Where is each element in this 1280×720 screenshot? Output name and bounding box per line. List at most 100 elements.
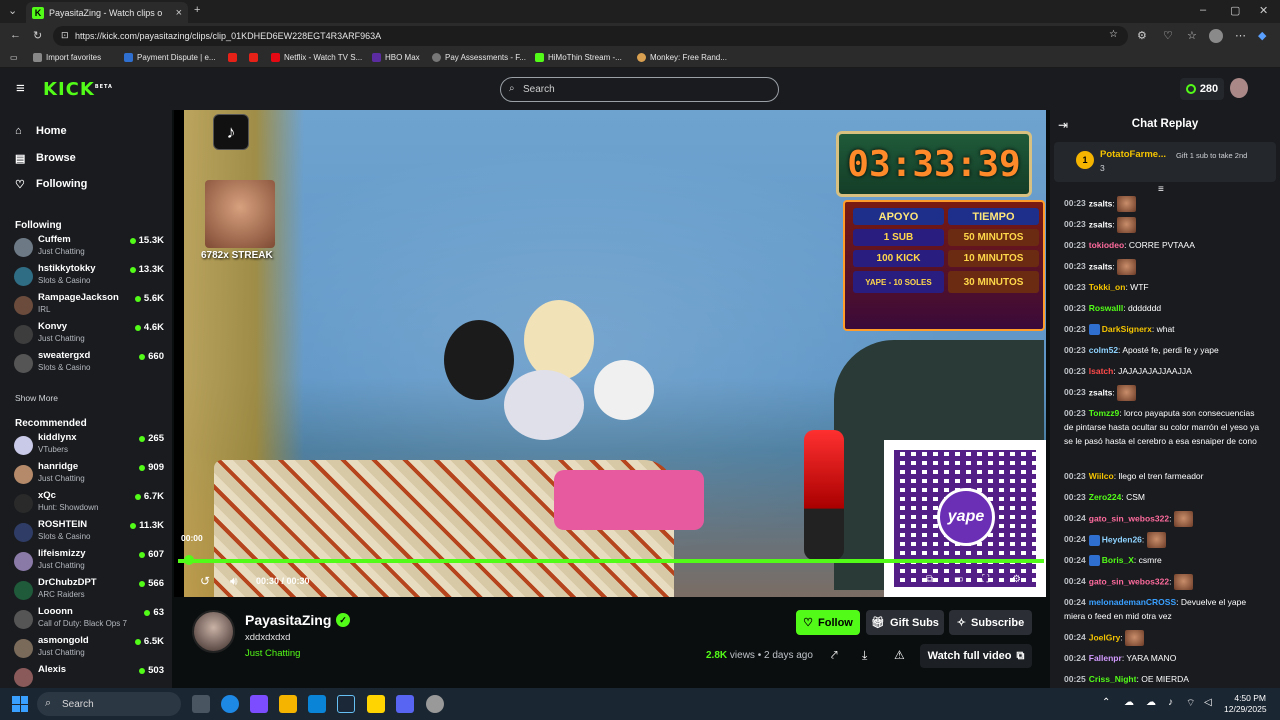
message-user[interactable]: zsalts bbox=[1089, 387, 1113, 397]
mic-tray-icon[interactable]: ♪ bbox=[1168, 697, 1173, 708]
replay-icon[interactable]: ↺ bbox=[200, 574, 210, 588]
minimize-icon[interactable]: – bbox=[1200, 4, 1206, 16]
favorite-import[interactable]: Import favorites bbox=[33, 53, 101, 62]
back-icon[interactable]: ← bbox=[10, 29, 21, 41]
following-channel[interactable]: sweatergxd Slots & Casino 660 bbox=[14, 350, 164, 376]
discord-icon[interactable] bbox=[396, 695, 414, 713]
sidebar-item-browse[interactable]: ▤ Browse bbox=[15, 149, 76, 167]
message-user[interactable]: colm52 bbox=[1089, 345, 1118, 355]
task-view-icon[interactable] bbox=[192, 695, 210, 713]
search-input[interactable]: ⌕ Search bbox=[500, 77, 779, 102]
message-user[interactable]: zsalts bbox=[1089, 261, 1113, 271]
tray-overflow-icon[interactable]: ⌃ bbox=[1102, 697, 1110, 708]
pinned-leaderboard[interactable]: 1 PotatoFarme... 3 Gift 1 sub to take 2n… bbox=[1054, 142, 1276, 182]
close-tab-icon[interactable]: × bbox=[176, 7, 182, 19]
pip-icon[interactable]: ⧉ bbox=[926, 574, 933, 585]
show-more-link[interactable]: Show More bbox=[15, 393, 58, 403]
share-icon[interactable]: ⤤ bbox=[831, 648, 838, 663]
recommended-channel[interactable]: xQc Hunt: Showdown 6.7K bbox=[14, 490, 164, 516]
recommended-channel[interactable]: Looonn Call of Duty: Black Ops 7 63 bbox=[14, 606, 164, 632]
favorites-icon[interactable]: ☆ bbox=[1187, 29, 1197, 42]
following-channel[interactable]: Konvy Just Chatting 4.6K bbox=[14, 321, 164, 347]
theater-icon[interactable]: ▭ bbox=[954, 574, 963, 585]
favorite-himothin[interactable]: HiMoThin Stream -... bbox=[535, 53, 622, 62]
store-icon[interactable] bbox=[308, 695, 326, 713]
youtube-favorite-icon[interactable] bbox=[228, 53, 237, 62]
notes-icon[interactable] bbox=[367, 695, 385, 713]
onedrive-icon[interactable]: ☁ bbox=[1146, 697, 1156, 708]
new-tab-icon[interactable]: + bbox=[194, 4, 200, 16]
volume-icon[interactable]: 🔊︎ bbox=[230, 574, 238, 589]
taskbar-search[interactable]: ⌕ Search bbox=[37, 692, 181, 716]
recommended-channel[interactable]: asmongold Just Chatting 6.5K bbox=[14, 635, 164, 661]
message-user[interactable]: Boris_X bbox=[1102, 555, 1134, 565]
message-user[interactable]: melonademanCROSS bbox=[1089, 597, 1176, 607]
message-user[interactable]: Heyden26 bbox=[1102, 534, 1142, 544]
copilot-icon[interactable]: ◆ bbox=[1258, 29, 1266, 42]
close-window-icon[interactable]: ✕ bbox=[1259, 4, 1268, 17]
channel-category[interactable]: Just Chatting bbox=[245, 648, 300, 659]
message-user[interactable]: Wiilco bbox=[1089, 471, 1114, 481]
following-channel[interactable]: RampageJackson IRL 5.6K bbox=[14, 292, 164, 318]
following-channel[interactable]: Cuffem Just Chatting 15.3K bbox=[14, 234, 164, 260]
download-icon[interactable]: ⤓ bbox=[862, 648, 867, 663]
kick-points-button[interactable]: 280 bbox=[1180, 78, 1224, 100]
message-user[interactable]: JoelGry bbox=[1089, 632, 1121, 642]
channel-avatar[interactable] bbox=[192, 610, 235, 653]
recommended-channel[interactable]: Alexis 503 bbox=[14, 664, 164, 688]
obs-icon[interactable] bbox=[426, 695, 444, 713]
recommended-channel[interactable]: lifeismizzy Just Chatting 607 bbox=[14, 548, 164, 574]
extensions-icon[interactable]: ⚙ bbox=[1137, 29, 1147, 42]
youtube-favorite-icon-2[interactable] bbox=[249, 53, 258, 62]
profile-icon[interactable] bbox=[1209, 29, 1223, 43]
refresh-icon[interactable]: ↻ bbox=[33, 29, 42, 42]
progress-bar[interactable] bbox=[178, 559, 1044, 563]
sidebar-item-following[interactable]: ♡ Following bbox=[15, 175, 87, 193]
message-user[interactable]: Roswalll bbox=[1089, 303, 1123, 313]
message-user[interactable]: zsalts bbox=[1089, 198, 1113, 208]
message-user[interactable]: Tomzz9 bbox=[1089, 408, 1120, 418]
reading-icon[interactable]: ▭ bbox=[10, 53, 18, 62]
hamburger-menu-icon[interactable]: ≡ bbox=[16, 80, 25, 97]
following-channel[interactable]: hstikkytokky Slots & Casino 13.3K bbox=[14, 263, 164, 289]
recommended-channel[interactable]: kiddlynx VTubers 265 bbox=[14, 432, 164, 458]
favorite-hbo[interactable]: HBO Max bbox=[372, 53, 420, 62]
menu-dots-icon[interactable]: ⋯ bbox=[1235, 29, 1246, 42]
sidebar-item-home[interactable]: ⌂ Home bbox=[15, 122, 67, 140]
message-user[interactable]: gato_sin_webos322 bbox=[1089, 513, 1169, 523]
message-user[interactable]: Fallenpr bbox=[1089, 653, 1122, 663]
file-explorer-icon[interactable] bbox=[279, 695, 297, 713]
message-user[interactable]: tokiodeo bbox=[1089, 240, 1124, 250]
favorite-netflix[interactable]: Netflix - Watch TV S... bbox=[271, 53, 362, 62]
follow-button[interactable]: ♡ Follow bbox=[796, 610, 860, 635]
collapse-chat-icon[interactable]: ⇥ bbox=[1058, 118, 1068, 132]
tab-actions-icon[interactable]: ⌄ bbox=[8, 4, 17, 17]
message-user[interactable]: DarkSignerx bbox=[1102, 324, 1152, 334]
message-user[interactable]: Zero224 bbox=[1089, 492, 1122, 502]
wifi-icon[interactable]: ⌔ bbox=[1186, 697, 1195, 710]
recommended-channel[interactable]: ROSHTEIN Slots & Casino 11.3K bbox=[14, 519, 164, 545]
progress-handle[interactable] bbox=[184, 555, 194, 565]
network-icon[interactable]: ☁ bbox=[1124, 697, 1134, 708]
kick-logo[interactable]: KICKBETA bbox=[43, 79, 113, 100]
system-clock[interactable]: 4:50 PM 12/29/2025 bbox=[1224, 693, 1267, 715]
recommended-channel[interactable]: DrChubzDPT ARC Raiders 566 bbox=[14, 577, 164, 603]
channel-name[interactable]: PayasitaZing bbox=[245, 612, 331, 628]
settings-gear-icon[interactable]: ⚙ bbox=[1012, 574, 1021, 585]
speaker-icon[interactable]: ◁ bbox=[1204, 697, 1212, 708]
favorite-payment-dispute[interactable]: Payment Dispute | e... bbox=[124, 53, 216, 62]
fullscreen-icon[interactable]: ⛶ bbox=[982, 574, 989, 585]
browser-tab[interactable]: K PayasitaZing - Watch clips o × bbox=[26, 2, 188, 23]
message-user[interactable]: Tokki_on bbox=[1089, 282, 1126, 292]
user-avatar[interactable] bbox=[1230, 78, 1248, 98]
favorite-star-icon[interactable]: ☆ bbox=[1109, 29, 1118, 40]
message-user[interactable]: zsalts bbox=[1089, 219, 1113, 229]
browser-essentials-icon[interactable]: ♡ bbox=[1163, 29, 1173, 42]
gift-subs-button[interactable]: 🎁︎ Gift Subs bbox=[866, 610, 944, 635]
recommended-channel[interactable]: hanridge Just Chatting 909 bbox=[14, 461, 164, 487]
windows-start-icon[interactable] bbox=[12, 696, 28, 712]
copilot-app-icon[interactable] bbox=[250, 695, 268, 713]
report-icon[interactable]: ⚠ bbox=[894, 648, 905, 662]
video-player[interactable]: ♪ 6782x STREAK 03:33:39 APOYO TIEMPO 1 SU… bbox=[174, 110, 1046, 597]
favorite-pay-assessments[interactable]: Pay Assessments - F... bbox=[432, 53, 526, 62]
